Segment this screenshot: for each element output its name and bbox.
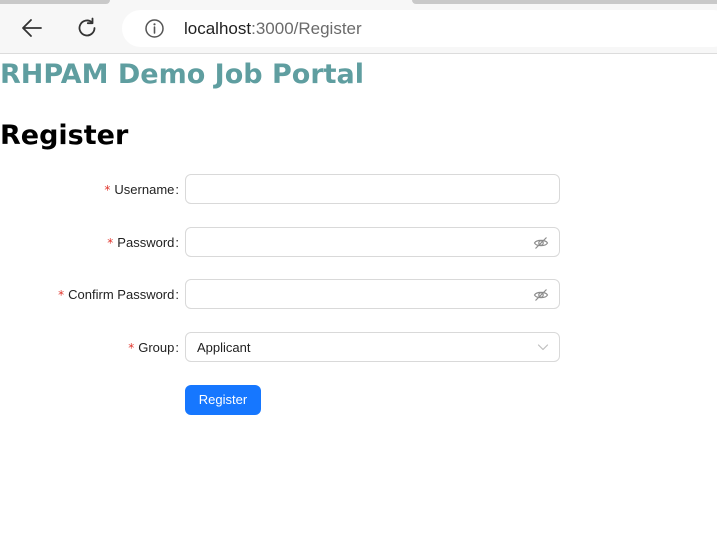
confirm-password-field[interactable] (185, 279, 560, 309)
password-input[interactable] (186, 228, 559, 256)
required-mark: * (104, 183, 111, 197)
eye-invisible-icon[interactable] (533, 235, 549, 251)
page-heading: Register (0, 120, 129, 151)
chevron-down-icon (537, 344, 549, 351)
password-label: * Password: (107, 235, 179, 251)
info-circle-icon[interactable] (144, 18, 165, 39)
group-label: * Group: (128, 340, 179, 356)
portal-title: RHPAM Demo Job Portal (0, 59, 365, 90)
back-button[interactable] (18, 14, 46, 42)
label-colon: : (175, 182, 179, 197)
url-host: localhost (184, 19, 252, 38)
url-text: localhost:3000/Register (184, 19, 362, 39)
confirm-password-label: * Confirm Password: (58, 287, 179, 303)
arrow-left-icon (22, 19, 42, 37)
label-colon: : (175, 340, 179, 355)
group-select[interactable]: Applicant (185, 332, 560, 362)
required-mark: * (58, 288, 65, 302)
password-field[interactable] (185, 227, 560, 257)
password-label-text: Password (117, 235, 175, 250)
address-bar[interactable]: localhost:3000/Register (122, 10, 717, 47)
required-mark: * (128, 341, 135, 355)
username-label: * Username: (104, 182, 179, 198)
tab-strip-right (412, 0, 717, 4)
tab-strip-left (0, 0, 110, 4)
group-select-value: Applicant (197, 340, 251, 355)
label-colon: : (175, 287, 179, 302)
register-button[interactable]: Register (185, 385, 261, 415)
username-field[interactable] (185, 174, 560, 204)
username-label-text: Username (114, 182, 175, 197)
reload-icon (78, 17, 96, 37)
eye-invisible-icon[interactable] (533, 287, 549, 303)
reload-button[interactable] (73, 14, 101, 42)
username-input[interactable] (186, 175, 559, 203)
group-label-text: Group (138, 340, 175, 355)
confirm-password-label-text: Confirm Password (68, 287, 175, 302)
required-mark: * (107, 236, 114, 250)
label-colon: : (175, 235, 179, 250)
browser-toolbar: localhost:3000/Register (0, 0, 717, 54)
url-path: :3000/Register (251, 19, 362, 38)
confirm-password-input[interactable] (186, 280, 559, 308)
